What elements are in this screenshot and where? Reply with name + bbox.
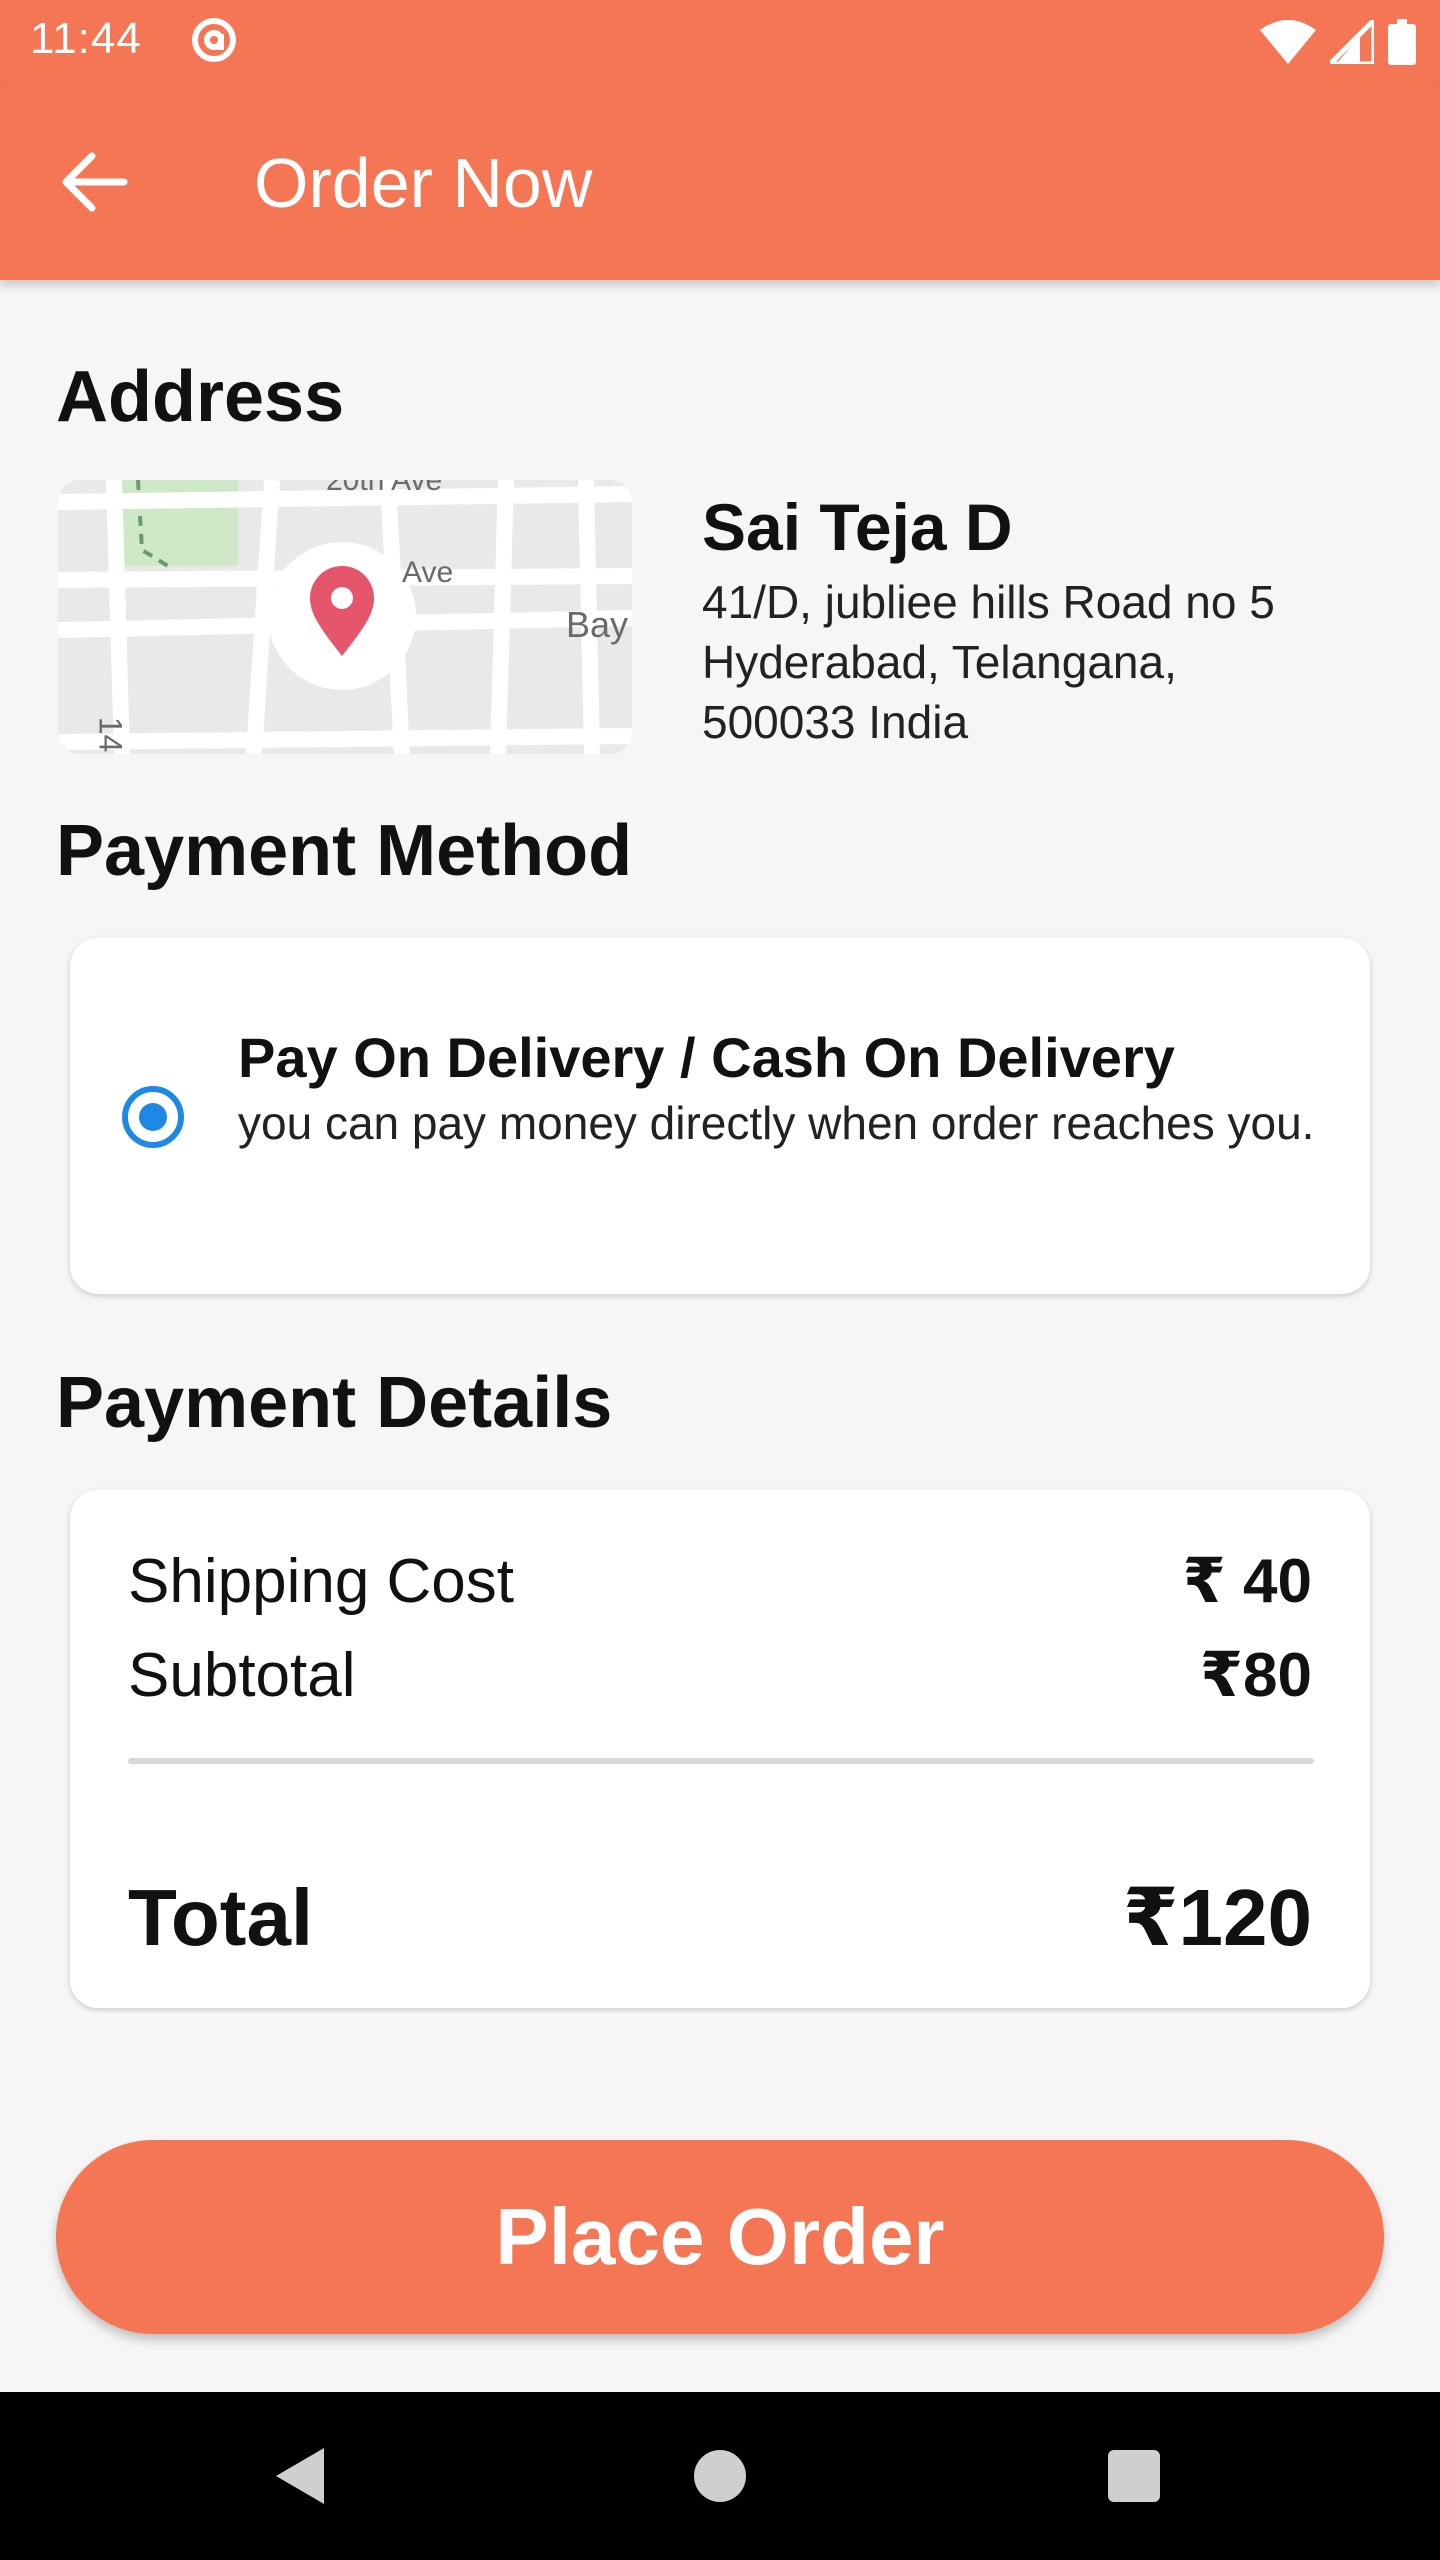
signal-icon bbox=[1330, 20, 1374, 64]
subtotal-label: Subtotal bbox=[128, 1641, 356, 1710]
map-label-ave: Ave bbox=[402, 556, 454, 589]
map-label-bay: Bay bbox=[566, 604, 629, 645]
payment-details-heading: Payment Details bbox=[56, 1363, 613, 1443]
address-line-1: 41/D, jubliee hills Road no 5 bbox=[702, 576, 1275, 628]
back-button[interactable] bbox=[54, 142, 134, 222]
shipping-cost-value: ₹ 40 bbox=[1182, 1547, 1312, 1616]
status-icons bbox=[1260, 18, 1416, 66]
payment-method-heading: Payment Method bbox=[56, 811, 633, 891]
place-order-button[interactable]: Place Order bbox=[56, 2140, 1384, 2334]
address-name: Sai Teja D bbox=[702, 490, 1013, 564]
shipping-cost-label: Shipping Cost bbox=[128, 1547, 515, 1616]
wifi-icon bbox=[1260, 20, 1316, 64]
payment-option-title: Pay On Delivery / Cash On Delivery bbox=[238, 1026, 1175, 1089]
battery-icon bbox=[1388, 19, 1416, 65]
app-bar: Order Now bbox=[0, 84, 1440, 280]
address-heading: Address bbox=[56, 357, 345, 437]
map-label-20th-ave: 20th Ave bbox=[326, 480, 443, 497]
payment-option-card[interactable]: Pay On Delivery / Cash On Delivery you c… bbox=[70, 938, 1370, 1294]
status-bar: 11:44 bbox=[0, 0, 1440, 84]
payment-details-card: Shipping Cost ₹ 40 Subtotal ₹80 Total ₹1… bbox=[70, 1490, 1370, 2008]
address-line-2: Hyderabad, Telangana, bbox=[702, 636, 1177, 688]
system-nav-bar bbox=[0, 2392, 1440, 2560]
page-title: Order Now bbox=[254, 144, 593, 222]
address-line-3: 500033 India bbox=[702, 696, 969, 748]
status-time: 11:44 bbox=[30, 14, 142, 63]
notification-icon bbox=[188, 14, 240, 66]
nav-home-icon[interactable] bbox=[688, 2444, 752, 2508]
map-thumbnail[interactable]: 20th Ave Ave Bay 14 bbox=[58, 480, 632, 754]
total-label: Total bbox=[128, 1873, 314, 1962]
total-value: ₹120 bbox=[1122, 1873, 1312, 1962]
arrow-left-icon bbox=[62, 152, 128, 212]
payment-option-description: you can pay money directly when order re… bbox=[238, 1097, 1315, 1149]
nav-back-icon[interactable] bbox=[268, 2444, 332, 2508]
map-graphic bbox=[58, 480, 632, 754]
radio-selected-dot bbox=[139, 1103, 167, 1131]
map-label-14: 14 bbox=[92, 716, 129, 753]
cash-on-delivery-radio[interactable] bbox=[122, 1086, 184, 1148]
subtotal-value: ₹80 bbox=[1199, 1641, 1312, 1710]
details-divider bbox=[128, 1758, 1314, 1764]
nav-recents-icon[interactable] bbox=[1102, 2444, 1166, 2508]
